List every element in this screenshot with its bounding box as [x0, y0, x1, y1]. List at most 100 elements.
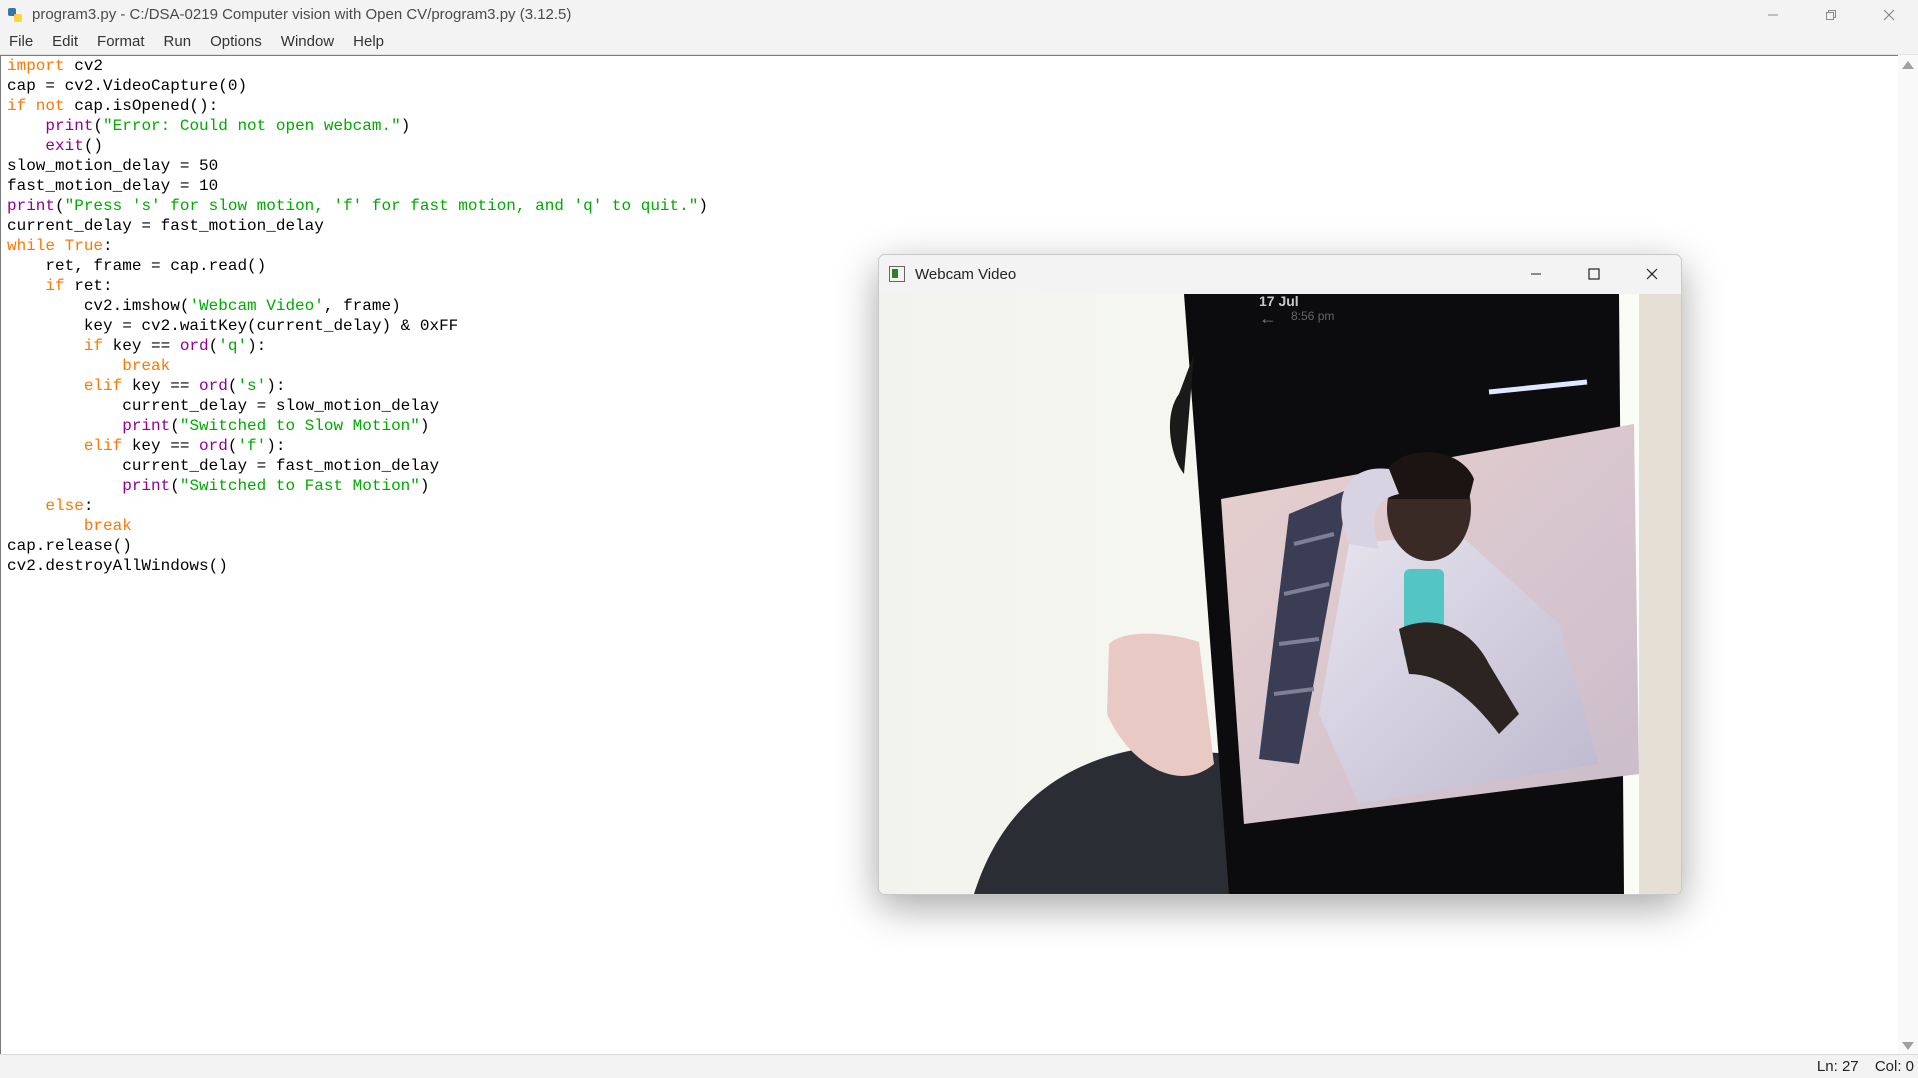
close-button[interactable]: [1860, 0, 1918, 29]
minimize-icon: [1531, 273, 1541, 275]
code-line[interactable]: slow_motion_delay = 50: [7, 156, 708, 176]
code-line[interactable]: print("Error: Could not open webcam."): [7, 116, 708, 136]
code-token: ): [698, 197, 708, 215]
code-text[interactable]: import cv2 cap = cv2.VideoCapture(0) if no…: [7, 56, 708, 576]
code-line[interactable]: if key == ord('q'):: [7, 336, 708, 356]
code-line[interactable]: cv2.imshow('Webcam Video', frame): [7, 296, 708, 316]
code-token: cap = cv2.VideoCapture(0): [7, 77, 248, 95]
webcam-title-bar[interactable]: Webcam Video: [879, 255, 1681, 293]
phone-back-arrow-icon: ←: [1259, 308, 1277, 328]
menu-window[interactable]: Window: [272, 33, 344, 50]
code-line[interactable]: elif key == ord('s'):: [7, 376, 708, 396]
code-line[interactable]: print("Switched to Fast Motion"): [7, 476, 708, 496]
code-token: ord: [199, 437, 228, 455]
code-token: exit: [45, 137, 84, 155]
code-token: if not: [7, 97, 65, 115]
code-token: cv2: [64, 57, 104, 75]
code-line[interactable]: current_delay = fast_motion_delay: [7, 216, 708, 236]
menu-run[interactable]: Run: [155, 33, 202, 50]
code-token: break: [83, 517, 132, 535]
code-line[interactable]: if ret:: [7, 276, 708, 296]
code-token: fast_motion_delay = 10: [7, 177, 219, 195]
restore-button[interactable]: [1802, 0, 1860, 29]
code-line[interactable]: fast_motion_delay = 10: [7, 176, 708, 196]
code-token: print: [122, 417, 171, 435]
minimize-button[interactable]: [1744, 0, 1802, 29]
title-bar[interactable]: program3.py - C:/DSA-0219 Computer visio…: [0, 0, 1918, 29]
scroll-up-arrow-icon[interactable]: [1902, 61, 1914, 69]
code-line[interactable]: elif key == ord('f'):: [7, 436, 708, 456]
code-token: ):: [266, 377, 286, 395]
scroll-down-arrow-icon[interactable]: [1902, 1042, 1914, 1050]
code-token: :: [103, 237, 113, 255]
code-line[interactable]: break: [7, 356, 708, 376]
code-token: ret, frame = cap.read(): [7, 257, 267, 275]
code-token: break: [122, 357, 171, 375]
code-line[interactable]: cap.release(): [7, 536, 708, 556]
code-token: ord: [179, 337, 209, 355]
code-token: ): [400, 117, 411, 135]
code-token: ):: [266, 437, 286, 455]
code-token: "Switched to Fast Motion": [179, 477, 420, 495]
code-line[interactable]: current_delay = slow_motion_delay: [7, 396, 708, 416]
vertical-scrollbar[interactable]: [1898, 55, 1918, 1054]
webcam-close-button[interactable]: [1623, 255, 1681, 293]
phone-date: 17 Jul: [1259, 294, 1299, 309]
code-token: print: [7, 197, 56, 215]
code-token: (: [93, 117, 104, 135]
code-line[interactable]: exit(): [7, 136, 708, 156]
code-token: key = cv2.waitKey(current_delay) & 0xFF: [7, 317, 459, 335]
code-token: cv2.imshow(: [7, 297, 190, 315]
menu-options[interactable]: Options: [201, 33, 272, 50]
code-token: import: [7, 57, 65, 75]
code-token: if: [45, 277, 65, 295]
code-line[interactable]: key = cv2.waitKey(current_delay) & 0xFF: [7, 316, 708, 336]
code-line[interactable]: import cv2: [7, 56, 708, 76]
code-token: ):: [247, 337, 267, 355]
code-line[interactable]: ret, frame = cap.read(): [7, 256, 708, 276]
code-line[interactable]: break: [7, 516, 708, 536]
webcam-minimize-button[interactable]: [1507, 255, 1565, 293]
close-icon: [1883, 9, 1895, 20]
code-token: slow_motion_delay = 50: [7, 157, 219, 175]
webcam-maximize-button[interactable]: [1565, 255, 1623, 293]
code-line[interactable]: if not cap.isOpened():: [7, 96, 708, 116]
menu-help[interactable]: Help: [344, 33, 394, 50]
code-line[interactable]: print("Press 's' for slow motion, 'f' fo…: [7, 196, 708, 216]
minimize-icon: [1768, 14, 1778, 15]
code-line[interactable]: cv2.destroyAllWindows(): [7, 556, 708, 576]
code-line[interactable]: current_delay = fast_motion_delay: [7, 456, 708, 476]
code-line[interactable]: while True:: [7, 236, 708, 256]
menu-file[interactable]: File: [0, 33, 43, 50]
code-token: ): [419, 417, 430, 435]
code-token: (: [170, 417, 180, 435]
code-line[interactable]: else:: [7, 496, 708, 516]
webcam-window[interactable]: Webcam Video ← 17 Jul 8:56 pm: [878, 254, 1682, 895]
code-token: key ==: [122, 437, 200, 455]
code-token: current_delay = slow_motion_delay: [7, 397, 440, 415]
menu-edit[interactable]: Edit: [43, 33, 88, 50]
code-token: 'q': [218, 337, 248, 355]
code-token: (: [227, 437, 238, 455]
menu-bar: File Edit Format Run Options Window Help: [0, 29, 1918, 55]
maximize-icon: [1588, 268, 1600, 280]
code-token: cap.isOpened():: [64, 97, 219, 115]
code-token: , frame): [323, 297, 401, 315]
code-token: (: [55, 197, 65, 215]
menu-format[interactable]: Format: [88, 33, 155, 50]
code-line[interactable]: cap = cv2.VideoCapture(0): [7, 76, 708, 96]
code-token: (: [227, 377, 238, 395]
status-column: Col: 0: [1874, 1058, 1914, 1075]
code-token: key ==: [122, 377, 200, 395]
phone-time: 8:56 pm: [1291, 309, 1334, 323]
code-token: (: [208, 337, 219, 355]
code-line[interactable]: print("Switched to Slow Motion"): [7, 416, 708, 436]
code-token: ret:: [64, 277, 113, 295]
